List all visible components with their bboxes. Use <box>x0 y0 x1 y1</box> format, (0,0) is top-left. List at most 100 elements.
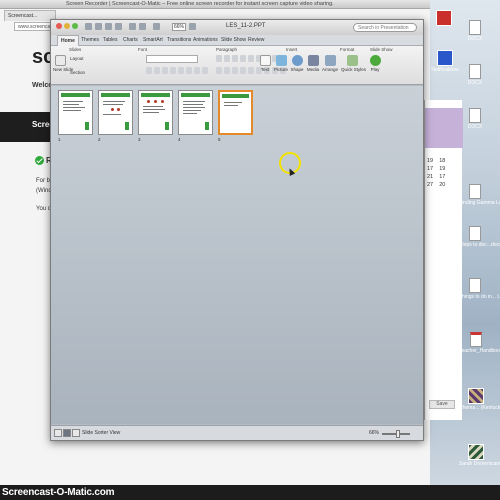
image-icon <box>468 444 484 460</box>
browser-title: Screen Recorder | Screencast-O-Matic – F… <box>66 1 334 7</box>
window-titlebar: 66% LES_11-2.PPT Search in Presentation <box>51 20 423 35</box>
layout-button[interactable]: Layout <box>70 56 84 61</box>
quick-styles-button[interactable]: Quick Styles <box>341 55 366 72</box>
zoom-slider-handle[interactable] <box>396 430 400 438</box>
group-paragraph: Paragraph <box>216 47 238 52</box>
picture-icon <box>275 55 287 66</box>
media-button[interactable]: Media <box>305 55 321 72</box>
help-icon[interactable] <box>189 23 196 30</box>
picture-button[interactable]: Picture <box>273 55 289 72</box>
document-icon <box>469 226 481 241</box>
document-icon <box>469 108 481 123</box>
tab-animations[interactable]: Animations <box>193 37 218 43</box>
close-icon[interactable] <box>56 23 62 29</box>
group-slide-show: Slide Show <box>370 47 393 52</box>
browser-titlebar: Screen Recorder | Screencast-O-Matic – F… <box>0 0 430 9</box>
group-format: Format <box>340 47 355 52</box>
save-icon[interactable] <box>105 23 112 30</box>
watermark-bar: Screencast-O-Matic.com <box>0 485 500 500</box>
slide-thumbnail[interactable] <box>138 90 173 135</box>
slide-show-view-button[interactable] <box>72 429 80 437</box>
slide-number: 1 <box>58 137 61 142</box>
calendar-header <box>425 108 463 148</box>
slide-thumbnail[interactable] <box>178 90 213 135</box>
arrange-button[interactable]: Arrange <box>321 55 339 72</box>
calendar-row: 21 17 <box>427 174 446 180</box>
calendar-row: 17 19 <box>427 166 446 172</box>
play-icon <box>369 55 381 66</box>
group-slides: Slides <box>69 47 82 52</box>
font-name-field[interactable] <box>146 55 198 63</box>
check-icon <box>35 156 44 165</box>
normal-view-button[interactable] <box>54 429 62 437</box>
new-icon[interactable] <box>85 23 92 30</box>
undo-icon[interactable] <box>129 23 136 30</box>
zoom-select[interactable]: 66% <box>172 23 186 31</box>
ribbon: Slides Font Paragraph Insert Format Slid… <box>51 46 423 85</box>
section-button[interactable]: Section <box>70 70 85 75</box>
group-insert: Insert <box>286 47 298 52</box>
document-icon <box>469 64 481 79</box>
desktop-icon-teacher-pdf[interactable]: Teacher_Handbook_all.pdf <box>459 332 500 354</box>
desktop-icon-app[interactable] <box>432 10 456 27</box>
tab-charts[interactable]: Charts <box>123 37 138 43</box>
play-button[interactable]: Play <box>367 55 383 72</box>
open-icon[interactable] <box>95 23 102 30</box>
browser-tab[interactable]: Screencast... <box>4 10 56 21</box>
shape-button[interactable]: Shape <box>289 55 305 72</box>
new-slide-button[interactable]: New Slide <box>53 55 73 72</box>
desktop-icon-steps[interactable]: Steps to doc...docx <box>459 226 500 248</box>
media-icon <box>307 55 319 66</box>
slide-sorter: 1 2 3 4 5 <box>51 86 423 424</box>
slide-sorter-view-button[interactable] <box>63 429 71 437</box>
tab-tables[interactable]: Tables <box>103 37 117 43</box>
powerpoint-window: 66% LES_11-2.PPT Search in Presentation … <box>50 19 424 441</box>
status-bar: Slide Sorter View 66% <box>51 425 423 440</box>
quick-styles-icon <box>346 55 358 66</box>
search-input[interactable]: Search in Presentation <box>353 23 417 32</box>
ribbon-tabs: Home Themes Tables Charts SmartArt Trans… <box>51 35 423 46</box>
slide-thumbnail-selected[interactable] <box>218 90 253 135</box>
slide-thumbnail[interactable] <box>98 90 133 135</box>
slide-number: 2 <box>98 137 101 142</box>
maximize-icon[interactable] <box>72 23 78 29</box>
watermark-text: Screencast-O-Matic.com <box>2 487 115 498</box>
document-icon <box>469 278 481 293</box>
desktop-icon-docx[interactable]: DOCX <box>463 108 487 130</box>
calendar-row: 19 18 <box>427 158 446 164</box>
tab-slide-show[interactable]: Slide Show <box>221 37 246 43</box>
tab-review[interactable]: Review <box>248 37 264 43</box>
notifications-icon <box>437 50 453 66</box>
desktop-icon-finding-gamma[interactable]: Finding Gamma Lo.docx <box>459 184 500 206</box>
pdf-icon <box>470 332 482 347</box>
image-icon[interactable] <box>153 23 160 30</box>
desktop-icon-rhema[interactable]: Rhema... (Kentucky).pdf <box>459 388 500 411</box>
redo-icon[interactable] <box>139 23 146 30</box>
tab-transitions[interactable]: Transitions <box>167 37 191 43</box>
app-icon <box>436 10 452 26</box>
minimize-icon[interactable] <box>64 23 70 29</box>
print-icon[interactable] <box>115 23 122 30</box>
tab-themes[interactable]: Themes <box>81 37 99 43</box>
view-name: Slide Sorter View <box>82 430 121 436</box>
desktop-icon-docx[interactable]: DOCX <box>463 64 487 86</box>
slide-number: 3 <box>138 137 141 142</box>
new-slide-icon <box>55 55 66 66</box>
desktop-icon-sarah[interactable]: Sarah Domenicaning <box>459 444 500 467</box>
slide-thumbnail[interactable] <box>58 90 93 135</box>
image-icon <box>468 388 484 404</box>
desktop-icon-docx[interactable]: DOCX <box>463 20 487 42</box>
calendar-window: 19 18 17 19 21 17 27 20 Save <box>424 100 463 420</box>
sheet-save-button[interactable]: Save <box>429 400 455 409</box>
document-icon <box>469 184 481 199</box>
font-format-buttons[interactable] <box>146 67 208 75</box>
tab-home[interactable]: Home <box>57 35 79 46</box>
document-icon <box>469 20 481 35</box>
group-font: Font <box>138 47 148 52</box>
text-box-icon <box>259 55 271 66</box>
text-button[interactable]: Text <box>257 55 273 72</box>
tab-smartart[interactable]: SmartArt <box>143 37 163 43</box>
desktop-icon-notifications[interactable]: Notifications <box>428 50 462 73</box>
desktop-icon-things[interactable]: Things to do in... Ltd.docx <box>459 278 500 300</box>
arrange-icon <box>324 55 336 66</box>
